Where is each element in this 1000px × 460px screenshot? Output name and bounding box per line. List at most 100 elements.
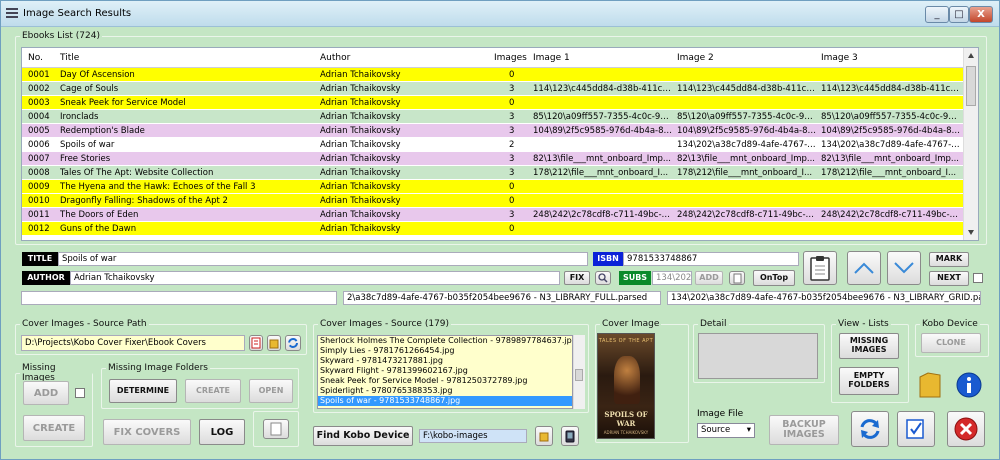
sync-icon[interactable] xyxy=(851,411,889,447)
cell-img2: 85\120\a09ff557-7355-4c0c-9c3... xyxy=(677,112,817,122)
table-row[interactable]: 0004 Ironclads Adrian Tchaikovsky 3 85\120\a… xyxy=(22,110,964,124)
title-input[interactable]: Spoils of war xyxy=(58,252,588,266)
find-kobo-button[interactable]: Find Kobo Device xyxy=(313,426,413,446)
table-row[interactable]: 0010 Dragonfly Falling: Shadows of the Ap… xyxy=(22,194,964,208)
add-missing-button[interactable]: ADD xyxy=(23,381,69,405)
col-image2[interactable]: Image 2 xyxy=(677,53,714,63)
cell-title: Ironclads xyxy=(60,112,99,122)
blank-document-icon[interactable] xyxy=(263,419,289,439)
document-icon[interactable] xyxy=(729,271,745,285)
scroll-thumb[interactable] xyxy=(966,66,976,106)
fix-button[interactable]: FIX xyxy=(564,271,590,285)
col-image1[interactable]: Image 1 xyxy=(533,53,570,63)
cover-source-list[interactable]: Sherlock Holmes The Complete Collection … xyxy=(317,335,573,409)
next-button[interactable]: NEXT xyxy=(929,271,969,286)
table-row[interactable]: 0001 Day Of Ascension Adrian Tchaikovsky 0 xyxy=(22,68,964,82)
col-title[interactable]: Title xyxy=(60,53,79,63)
image-file-select[interactable]: Source ▾ xyxy=(697,423,755,438)
cell-title: Dragonfly Falling: Shadows of the Apt 2 xyxy=(60,196,228,206)
list-item[interactable]: Sherlock Holmes The Complete Collection … xyxy=(318,336,572,346)
path-field-2[interactable]: 2\a38c7d89-4afe-4767-b035f2054bee9676 - … xyxy=(343,291,661,305)
table-row[interactable]: 0007 Free Stories Adrian Tchaikovsky 3 82\13… xyxy=(22,152,964,166)
device-icon[interactable] xyxy=(561,426,579,446)
cell-images: 3 xyxy=(509,210,515,220)
fix-covers-button[interactable]: FIX COVERS xyxy=(103,419,191,445)
edit-check-icon[interactable] xyxy=(897,411,935,447)
table-row[interactable]: 0005 Redemption's Blade Adrian Tchaikovsky… xyxy=(22,124,964,138)
maximize-button[interactable]: □ xyxy=(949,6,969,23)
table-header: No. Title Author Images Image 1 Image 2 … xyxy=(22,48,964,68)
search-icon[interactable] xyxy=(595,271,611,285)
cell-images: 3 xyxy=(509,154,515,164)
cell-img1: 104\89\2f5c9585-976d-4b4a-8a6... xyxy=(533,126,673,136)
table-scrollbar[interactable] xyxy=(963,48,978,240)
table-row[interactable]: 0012 Guns of the Dawn Adrian Tchaikovsky 0 xyxy=(22,222,964,236)
list-item[interactable]: Skyward Flight - 9781399602167.jpg xyxy=(318,366,572,376)
move-up-icon[interactable] xyxy=(847,251,881,285)
next-checkbox[interactable] xyxy=(973,273,983,283)
cell-images: 0 xyxy=(509,196,515,206)
empty-folders-button[interactable]: EMPTY FOLDERS xyxy=(839,367,899,395)
kobo-folder-icon[interactable] xyxy=(535,426,553,446)
clipboard-icon[interactable] xyxy=(803,251,837,285)
big-folder-icon[interactable] xyxy=(915,369,945,401)
kobo-path-input[interactable]: F:\kobo-images xyxy=(419,429,527,443)
folder-icon[interactable] xyxy=(267,335,281,351)
cover-list-scrollbar[interactable] xyxy=(573,335,585,409)
cover-list-thumb[interactable] xyxy=(575,369,583,381)
copy-path-icon[interactable] xyxy=(249,335,263,351)
table-row[interactable]: 0002 Cage of Souls Adrian Tchaikovsky 3 114\… xyxy=(22,82,964,96)
title-bar: Image Search Results _ □ X xyxy=(1,1,999,27)
add-missing-checkbox[interactable] xyxy=(75,388,85,398)
image-file-label: Image File xyxy=(697,409,744,419)
add-sub-button[interactable]: ADD xyxy=(695,271,723,285)
col-images[interactable]: Images xyxy=(494,53,527,63)
scroll-up-icon[interactable] xyxy=(968,53,974,58)
title-label: TITLE xyxy=(22,252,58,266)
path-field-3[interactable]: 134\202\a38c7d89-4afe-4767-b035f2054bee9… xyxy=(667,291,981,305)
cell-images: 0 xyxy=(509,182,515,192)
table-row[interactable]: 0008 Tales Of The Apt: Website Collection… xyxy=(22,166,964,180)
list-item[interactable]: Spoils of war - 9781533748867.jpg xyxy=(318,396,572,406)
cell-author: Adrian Tchaikovsky xyxy=(320,126,401,136)
list-item[interactable]: Sneak Peek for Service Model - 978125037… xyxy=(318,376,572,386)
cell-author: Adrian Tchaikovsky xyxy=(320,196,401,206)
table-row[interactable]: 0003 Sneak Peek for Service Model Adrian T… xyxy=(22,96,964,110)
list-item[interactable]: Simply Lies - 9781761266454.jpg xyxy=(318,346,572,356)
info-icon[interactable] xyxy=(953,369,985,401)
clone-button[interactable]: CLONE xyxy=(921,333,981,353)
col-no[interactable]: No. xyxy=(28,53,43,63)
subs-input[interactable]: 134\202 xyxy=(652,271,692,285)
list-item[interactable]: Skyward - 9781473217881.jpg xyxy=(318,356,572,366)
determine-button[interactable]: DETERMINE xyxy=(109,379,177,403)
author-input[interactable]: Adrian Tchaikovsky xyxy=(70,271,560,285)
move-down-icon[interactable] xyxy=(887,251,921,285)
system-menu-icon[interactable] xyxy=(6,8,18,19)
refresh-icon[interactable] xyxy=(285,335,301,351)
mark-button[interactable]: MARK xyxy=(929,252,969,267)
create-folder-button[interactable]: CREATE xyxy=(185,379,241,403)
isbn-input[interactable]: 9781533748867 xyxy=(623,252,799,266)
open-folder-button[interactable]: OPEN xyxy=(249,379,293,403)
missing-images-button[interactable]: MISSING IMAGES xyxy=(839,333,899,359)
scroll-down-icon[interactable] xyxy=(968,230,974,235)
table-row[interactable]: 0009 The Hyena and the Hawk: Echoes of th… xyxy=(22,180,964,194)
exit-icon[interactable] xyxy=(947,411,985,447)
close-window-button[interactable]: X xyxy=(969,6,993,23)
subs-label: SUBS xyxy=(619,271,651,285)
window-title: Image Search Results xyxy=(23,8,132,19)
table-row[interactable]: 0011 The Doors of Eden Adrian Tchaikovsky 3… xyxy=(22,208,964,222)
table-row[interactable]: 0006 Spoils of war Adrian Tchaikovsky 2 134\… xyxy=(22,138,964,152)
create-missing-button[interactable]: CREATE xyxy=(23,415,85,441)
minimize-button[interactable]: _ xyxy=(925,6,949,23)
list-item[interactable]: Spiderlight - 9780765388353.jpg xyxy=(318,386,572,396)
backup-images-button[interactable]: BACKUP IMAGES xyxy=(769,415,839,445)
col-image3[interactable]: Image 3 xyxy=(821,53,858,63)
log-button[interactable]: LOG xyxy=(199,419,245,445)
col-author[interactable]: Author xyxy=(320,53,350,63)
cell-author: Adrian Tchaikovsky xyxy=(320,210,401,220)
path-field-1[interactable] xyxy=(21,291,337,305)
main-window: Image Search Results _ □ X Ebooks List (… xyxy=(0,0,1000,460)
ontop-button[interactable]: OnTop xyxy=(753,270,795,286)
source-path-input[interactable]: D:\Projects\Kobo Cover Fixer\Ebook Cover… xyxy=(21,335,245,351)
